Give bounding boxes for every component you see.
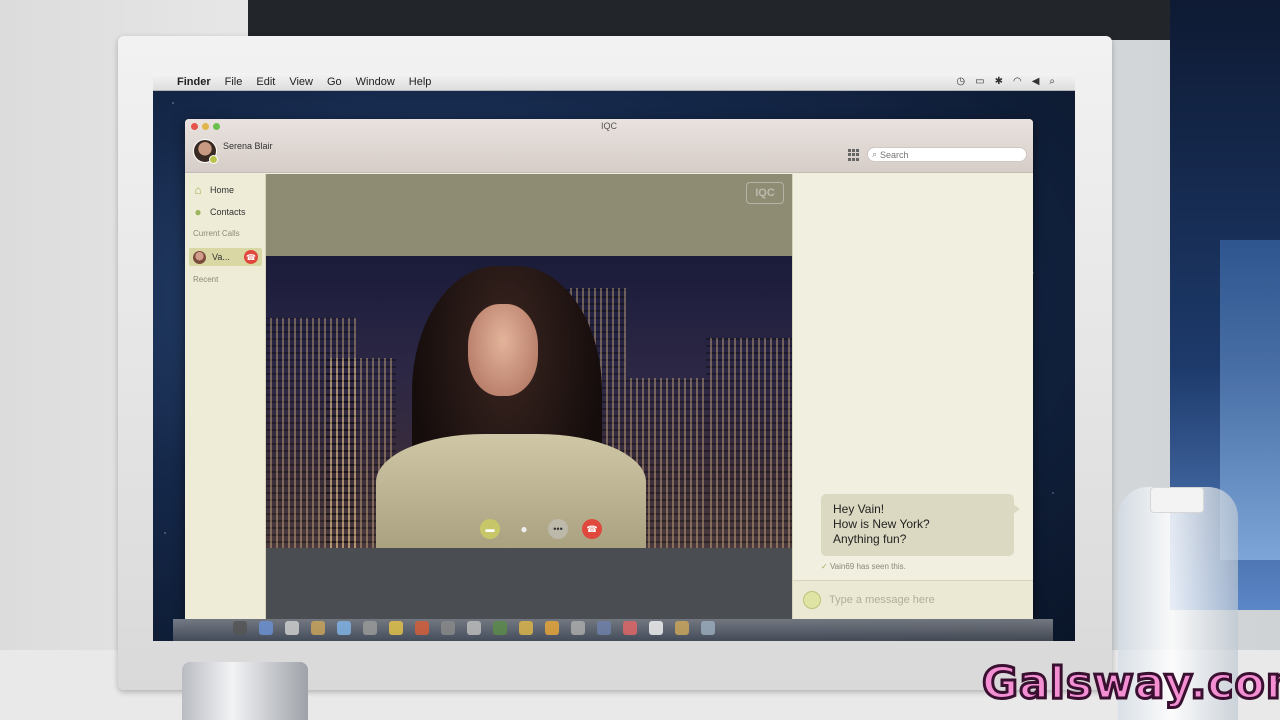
dock-app-icon[interactable]: [337, 621, 351, 635]
emoji-icon[interactable]: [803, 591, 821, 609]
spotlight-icon[interactable]: ⌕: [1049, 76, 1055, 87]
dock-app-icon[interactable]: [571, 621, 585, 635]
chat-panel: Hey Vain! How is New York? Anything fun?…: [792, 174, 1033, 619]
camera-toggle-icon[interactable]: ▬: [480, 519, 500, 539]
sidebar-item-home[interactable]: ⌂ Home: [191, 182, 234, 198]
title-bar: IQC Serena Blair ⌕: [185, 119, 1033, 173]
sidebar: ⌂ Home ● Contacts Current Calls Va... ☎ …: [185, 174, 266, 619]
dock-app-icon[interactable]: [363, 621, 377, 635]
dock-app-icon[interactable]: [233, 621, 247, 635]
dock-app-icon[interactable]: [467, 621, 481, 635]
dock-icons: [233, 621, 715, 635]
search-box: ⌕: [867, 147, 1027, 162]
menu-window[interactable]: Window: [356, 76, 395, 88]
section-recent[interactable]: Recent: [193, 275, 218, 284]
grid-icon[interactable]: [848, 149, 860, 161]
chat-message-line: How is New York?: [833, 517, 930, 531]
video-panel: IQC ▬ ● ••• ☎: [266, 174, 792, 619]
display-icon[interactable]: ▭: [975, 76, 984, 87]
screen: Finder File Edit View Go Window Help ◷ ▭…: [153, 73, 1075, 641]
sidebar-item-label: Home: [210, 185, 235, 195]
chat-message-bubble: Hey Vain! How is New York? Anything fun?: [821, 494, 1020, 556]
menu-help[interactable]: Help: [409, 76, 432, 88]
remote-video: [266, 256, 792, 548]
bottle-cap: [1150, 487, 1204, 513]
section-current-calls: Current Calls: [193, 229, 240, 238]
video-header: IQC: [266, 174, 792, 256]
dock-app-icon[interactable]: [675, 621, 689, 635]
sidebar-item-contacts[interactable]: ● Contacts: [191, 204, 246, 220]
status-icons: ◷ ▭ ✱ ◠ ◀ ⌕: [956, 76, 1075, 87]
contacts-icon: ●: [194, 205, 202, 219]
seen-status: ✓ Vain69 has seen this.: [821, 562, 906, 571]
caller-avatar: [193, 250, 206, 264]
bluetooth-icon[interactable]: ✱: [995, 76, 1003, 87]
video-person: [376, 266, 646, 548]
sidebar-item-label: Contacts: [210, 207, 246, 217]
end-call-icon[interactable]: ☎: [582, 519, 602, 539]
user-name: Serena Blair: [223, 141, 273, 151]
window-title: IQC: [600, 121, 617, 131]
video-footer: [266, 548, 792, 619]
more-options-icon[interactable]: •••: [548, 519, 568, 539]
dock-app-icon[interactable]: [701, 621, 715, 635]
dock-app-icon[interactable]: [545, 621, 559, 635]
iqc-logo: IQC: [746, 182, 784, 204]
site-watermark: Galsway.com: [981, 657, 1280, 711]
dock-app-icon[interactable]: [285, 621, 299, 635]
dock-app-icon[interactable]: [415, 621, 429, 635]
user-avatar[interactable]: [193, 139, 218, 164]
iqc-window: IQC Serena Blair ⌕ ⌂ Home ● Contacts Cur…: [185, 119, 1033, 619]
message-input[interactable]: [829, 594, 1009, 606]
soda-can: [182, 662, 308, 720]
check-icon: ✓: [821, 562, 828, 571]
search-icon: ⌕: [872, 149, 878, 159]
menu-app-name[interactable]: Finder: [177, 76, 211, 88]
menu-file[interactable]: File: [225, 76, 243, 88]
dock-app-icon[interactable]: [493, 621, 507, 635]
menu-bar: Finder File Edit View Go Window Help ◷ ▭…: [153, 73, 1075, 91]
sidebar-item-active-call[interactable]: Va... ☎: [189, 248, 262, 266]
dock-app-icon[interactable]: [649, 621, 663, 635]
chat-message-line: Hey Vain!: [833, 502, 885, 516]
volume-icon[interactable]: ◀: [1032, 76, 1040, 87]
hangup-icon[interactable]: ☎: [244, 250, 258, 264]
chat-message-line: Anything fun?: [833, 532, 907, 546]
dock: [173, 619, 1053, 641]
seen-text: Vain69 has seen this.: [829, 562, 906, 571]
city-building: [706, 338, 792, 548]
menu-go[interactable]: Go: [327, 76, 342, 88]
dock-app-icon[interactable]: [259, 621, 273, 635]
menu-view[interactable]: View: [289, 76, 313, 88]
message-composer: [793, 580, 1033, 619]
home-icon: ⌂: [194, 183, 202, 197]
dock-app-icon[interactable]: [311, 621, 325, 635]
call-controls: ▬ ● ••• ☎: [480, 519, 602, 539]
wifi-icon[interactable]: ◠: [1013, 76, 1022, 87]
dock-app-icon[interactable]: [623, 621, 637, 635]
microphone-icon[interactable]: ●: [514, 519, 534, 539]
dock-app-icon[interactable]: [441, 621, 455, 635]
search-input[interactable]: [880, 149, 1011, 160]
caller-name: Va...: [212, 252, 230, 262]
time-machine-icon[interactable]: ◷: [956, 76, 965, 87]
dock-app-icon[interactable]: [389, 621, 403, 635]
dock-app-icon[interactable]: [597, 621, 611, 635]
background-monitor: [248, 0, 1178, 40]
dock-app-icon[interactable]: [519, 621, 533, 635]
menu-edit[interactable]: Edit: [256, 76, 275, 88]
